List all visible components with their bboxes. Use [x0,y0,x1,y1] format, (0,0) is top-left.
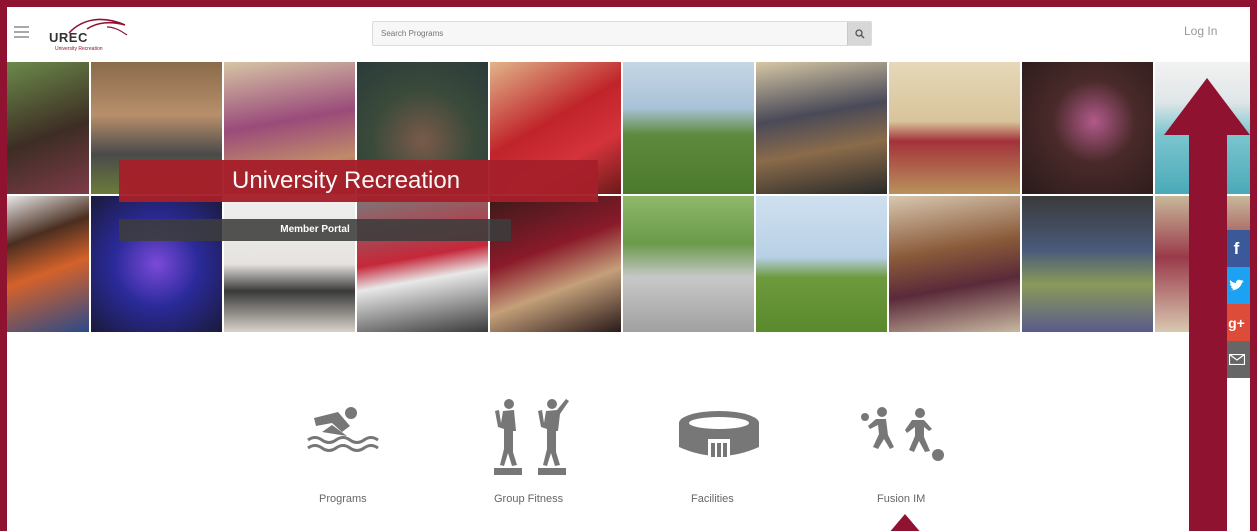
photo-tile [91,196,222,332]
photo-tile [224,196,355,332]
soccer-players-icon [861,407,944,461]
photo-tile [7,196,89,332]
photo-tile [756,196,887,332]
urec-logo[interactable]: UREC University Recreation [39,13,135,55]
top-bar: UREC University Recreation Log In [7,7,1250,62]
nav-label-facilities: Facilities [691,493,734,505]
search-icon [854,28,864,38]
stadium-icon [679,411,759,457]
search-bar [372,21,872,46]
google-plus-icon[interactable]: g+ [1223,304,1250,341]
photo-mosaic: University Recreation Member Portal [7,62,1250,332]
photo-tile [756,62,887,194]
photo-tile [7,62,89,194]
browser-frame: UREC University Recreation Log In [0,0,1257,531]
annotation-arrow-shaft [1189,128,1227,531]
nav-fusion-im[interactable]: Fusion IM [860,407,950,507]
member-portal-banner: Member Portal [119,219,511,241]
photo-tile [889,196,1020,332]
search-input[interactable] [373,22,847,45]
search-button[interactable] [847,22,871,45]
nav-label-fusion-im: Fusion IM [877,493,926,505]
nav-group-fitness[interactable]: Group Fitness [492,395,582,505]
nav-label-group-fitness: Group Fitness [494,493,564,505]
photo-tile [1022,62,1153,194]
photo-tile [889,62,1020,194]
hamburger-menu-icon[interactable] [14,26,29,39]
login-link[interactable]: Log In [1184,24,1217,38]
photo-tile [623,62,754,194]
step-aerobics-icon [494,399,569,475]
email-icon[interactable] [1223,341,1250,378]
twitter-icon[interactable] [1223,267,1250,304]
photo-tile [1022,196,1153,332]
photo-tile [490,196,621,332]
nav-facilities[interactable]: Facilities [675,405,765,505]
nav-programs[interactable]: Programs [302,397,382,507]
banner-title: University Recreation [119,160,598,202]
logo-text: UREC [49,30,88,45]
social-share-bar: f g+ [1223,230,1250,378]
annotation-arrow-head [1164,78,1250,135]
annotation-arrow-small [888,514,922,531]
facebook-icon[interactable]: f [1223,230,1250,267]
logo-subtitle: University Recreation [55,46,103,52]
swimmer-icon [307,407,379,452]
nav-label-programs: Programs [319,493,367,505]
photo-tile [357,196,488,332]
photo-tile [623,196,754,332]
